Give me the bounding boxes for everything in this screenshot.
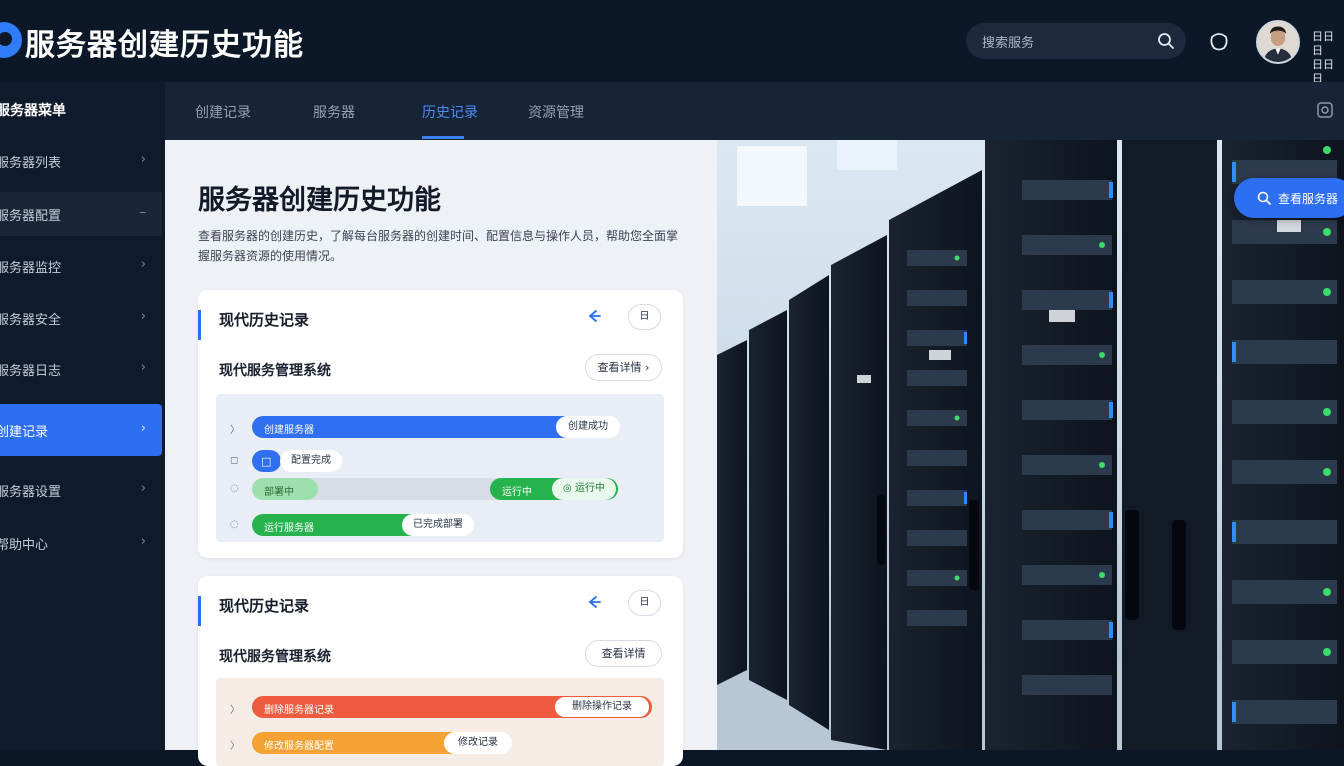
user-avatar-image (1258, 22, 1298, 62)
app-title: 服务器创建历史功能 (25, 28, 304, 63)
sidebar-item-server-security[interactable]: 服务器安全 › (0, 296, 162, 340)
timeline-panel: 〉 删除服务器记录 删除操作记录 〉 修改服务器配置 修改记录 (216, 678, 664, 766)
history-card: 现代历史记录 日 现代服务管理系统 查看详情 〉 删除服务器记录 删除操作记录 … (198, 576, 683, 766)
sidebar-item-server-list[interactable]: 服务器列表 › (0, 139, 162, 183)
chevron-right-icon: › (140, 257, 146, 272)
timeline-row[interactable]: 〉 删除服务器记录 删除操作记录 (216, 696, 664, 720)
tab-create-records[interactable]: 创建记录 (195, 102, 251, 122)
status-chip: 删除操作记录 (554, 696, 650, 718)
sidebar-item-server-config[interactable]: 服务器配置 – (0, 192, 162, 236)
progress-bar-label: 删除服务器记录 (264, 705, 334, 716)
progress-bar-label: 部署中 (264, 487, 294, 498)
view-details-button[interactable]: 查看详情 › (585, 354, 662, 381)
sidebar-item-label: 服务器配置 (0, 209, 62, 224)
view-details-label: 查看详情 (601, 647, 646, 660)
view-server-label: 查看服务器 ↗ (1278, 192, 1344, 206)
card-accent (198, 596, 201, 626)
sidebar: 服务器菜单 服务器列表 › 服务器配置 – 服务器监控 › 服务器安全 › 服务… (0, 82, 165, 750)
tab-resources[interactable]: 资源管理 (528, 102, 584, 122)
chevron-right-icon: › (140, 152, 146, 167)
search-icon (1257, 191, 1271, 205)
history-card: 现代历史记录 日 现代服务管理系统 查看详情 › 〉 创建服务器 创建成功 ◻ … (198, 290, 683, 558)
progress-bar: 创建服务器 (252, 416, 582, 438)
logo-icon[interactable] (0, 22, 22, 58)
user-meta-line: 日日日 (1312, 30, 1334, 57)
server-rack-illustration (717, 140, 1344, 750)
sidebar-item-help[interactable]: 帮助中心 › (0, 521, 162, 565)
sidebar-heading: 服务器菜单 (0, 103, 66, 119)
status-chip: 已完成部署 (402, 514, 474, 536)
sidebar-item-label: 服务器安全 (0, 313, 62, 328)
square-icon: ◻ (230, 455, 239, 466)
server-room-photo (717, 140, 1344, 750)
timeline-row[interactable]: 〉 创建服务器 创建成功 (216, 416, 664, 440)
sidebar-item-label: 服务器设置 (0, 485, 62, 500)
arrow-left-icon[interactable] (586, 308, 602, 324)
sidebar-item-label: 服务器日志 (0, 364, 62, 379)
chevron-right-icon: 〉 (230, 705, 240, 716)
card-title: 现代历史记录 (219, 597, 310, 615)
chevron-right-icon: 〉 (230, 425, 240, 436)
sidebar-item-label: 服务器列表 (0, 156, 62, 171)
search-input[interactable]: 搜索服务 (966, 23, 1186, 59)
sidebar-item-server-logs[interactable]: 服务器日志 › (0, 347, 162, 391)
card-subtitle: 现代服务管理系统 (219, 363, 331, 379)
sidebar-item-label: 帮助中心 (0, 538, 49, 553)
card-icon-button[interactable]: 日 (628, 590, 661, 616)
shield-icon: □ (261, 455, 272, 468)
chevron-right-icon: › (140, 421, 146, 436)
sidebar-item-create-history[interactable]: 创建记录 › (0, 404, 162, 456)
card-icon-button[interactable]: 日 (628, 304, 661, 330)
circle-icon: ◌ (230, 519, 239, 530)
status-chip: 创建成功 (556, 416, 620, 438)
search-icon[interactable] (1156, 31, 1176, 51)
avatar[interactable] (1256, 20, 1300, 64)
bell-icon[interactable] (1206, 28, 1232, 54)
sidebar-item-server-settings[interactable]: 服务器设置 › (0, 468, 162, 512)
arrow-left-icon[interactable] (586, 594, 602, 610)
chevron-right-icon: › (140, 534, 146, 549)
page-title: 服务器创建历史功能 (198, 185, 441, 216)
timeline-panel: 〉 创建服务器 创建成功 ◻ □ 配置完成 ◌ 部署中 运行中 ◎ 运行中 ◌ … (216, 394, 664, 542)
top-header: 服务器创建历史功能 搜索服务 日日日 日日日 (0, 0, 1344, 85)
timeline-row[interactable]: 〉 修改服务器配置 修改记录 (216, 732, 664, 756)
active-tab-indicator (422, 136, 464, 139)
status-chip: 修改记录 (444, 732, 512, 754)
timeline-row[interactable]: ◌ 部署中 运行中 ◎ 运行中 (216, 478, 664, 502)
search-placeholder: 搜索服务 (982, 36, 1035, 51)
tab-history[interactable]: 历史记录 (422, 102, 478, 122)
status-chip: 配置完成 (280, 450, 342, 472)
user-meta: 日日日 日日日 (1312, 30, 1344, 86)
progress-bar-label: 创建服务器 (264, 425, 314, 436)
page-description: 查看服务器的创建历史，了解每台服务器的创建时间、配置信息与操作人员，帮助您全面掌… (198, 229, 679, 263)
card-subtitle: 现代服务管理系统 (219, 649, 331, 665)
view-details-label: 查看详情 (597, 361, 642, 374)
content-panel: 服务器创建历史功能 查看服务器的创建历史，了解每台服务器的创建时间、配置信息与操… (165, 140, 717, 766)
timeline-row[interactable]: ◌ 运行服务器 已完成部署 (216, 514, 664, 538)
progress-bar: 部署中 (252, 478, 318, 500)
view-details-button[interactable]: 查看详情 (585, 640, 662, 667)
minus-icon: – (139, 205, 147, 220)
progress-bar-label: 运行服务器 (264, 523, 314, 534)
tab-servers[interactable]: 服务器 (313, 102, 355, 122)
chevron-right-icon: › (140, 309, 146, 324)
settings-icon[interactable] (1316, 101, 1334, 119)
status-badge: ◎ 运行中 (552, 478, 616, 500)
sidebar-item-server-monitor[interactable]: 服务器监控 › (0, 244, 162, 288)
sidebar-item-label: 服务器监控 (0, 261, 62, 276)
tab-bar: 创建记录 服务器 历史记录 资源管理 (165, 82, 1344, 140)
timeline-row[interactable]: ◻ □ 配置完成 (216, 450, 664, 474)
card-title: 现代历史记录 (219, 311, 310, 329)
card-accent (198, 310, 201, 340)
sidebar-item-label: 创建记录 (0, 425, 49, 440)
chevron-right-icon: › (140, 481, 146, 496)
progress-dot: □ (252, 450, 281, 472)
circle-icon: ◌ (230, 483, 239, 494)
chevron-right-icon: › (140, 360, 146, 375)
view-server-button[interactable]: 查看服务器 ↗ (1234, 178, 1344, 218)
progress-bar-label: 运行中 (502, 487, 532, 498)
